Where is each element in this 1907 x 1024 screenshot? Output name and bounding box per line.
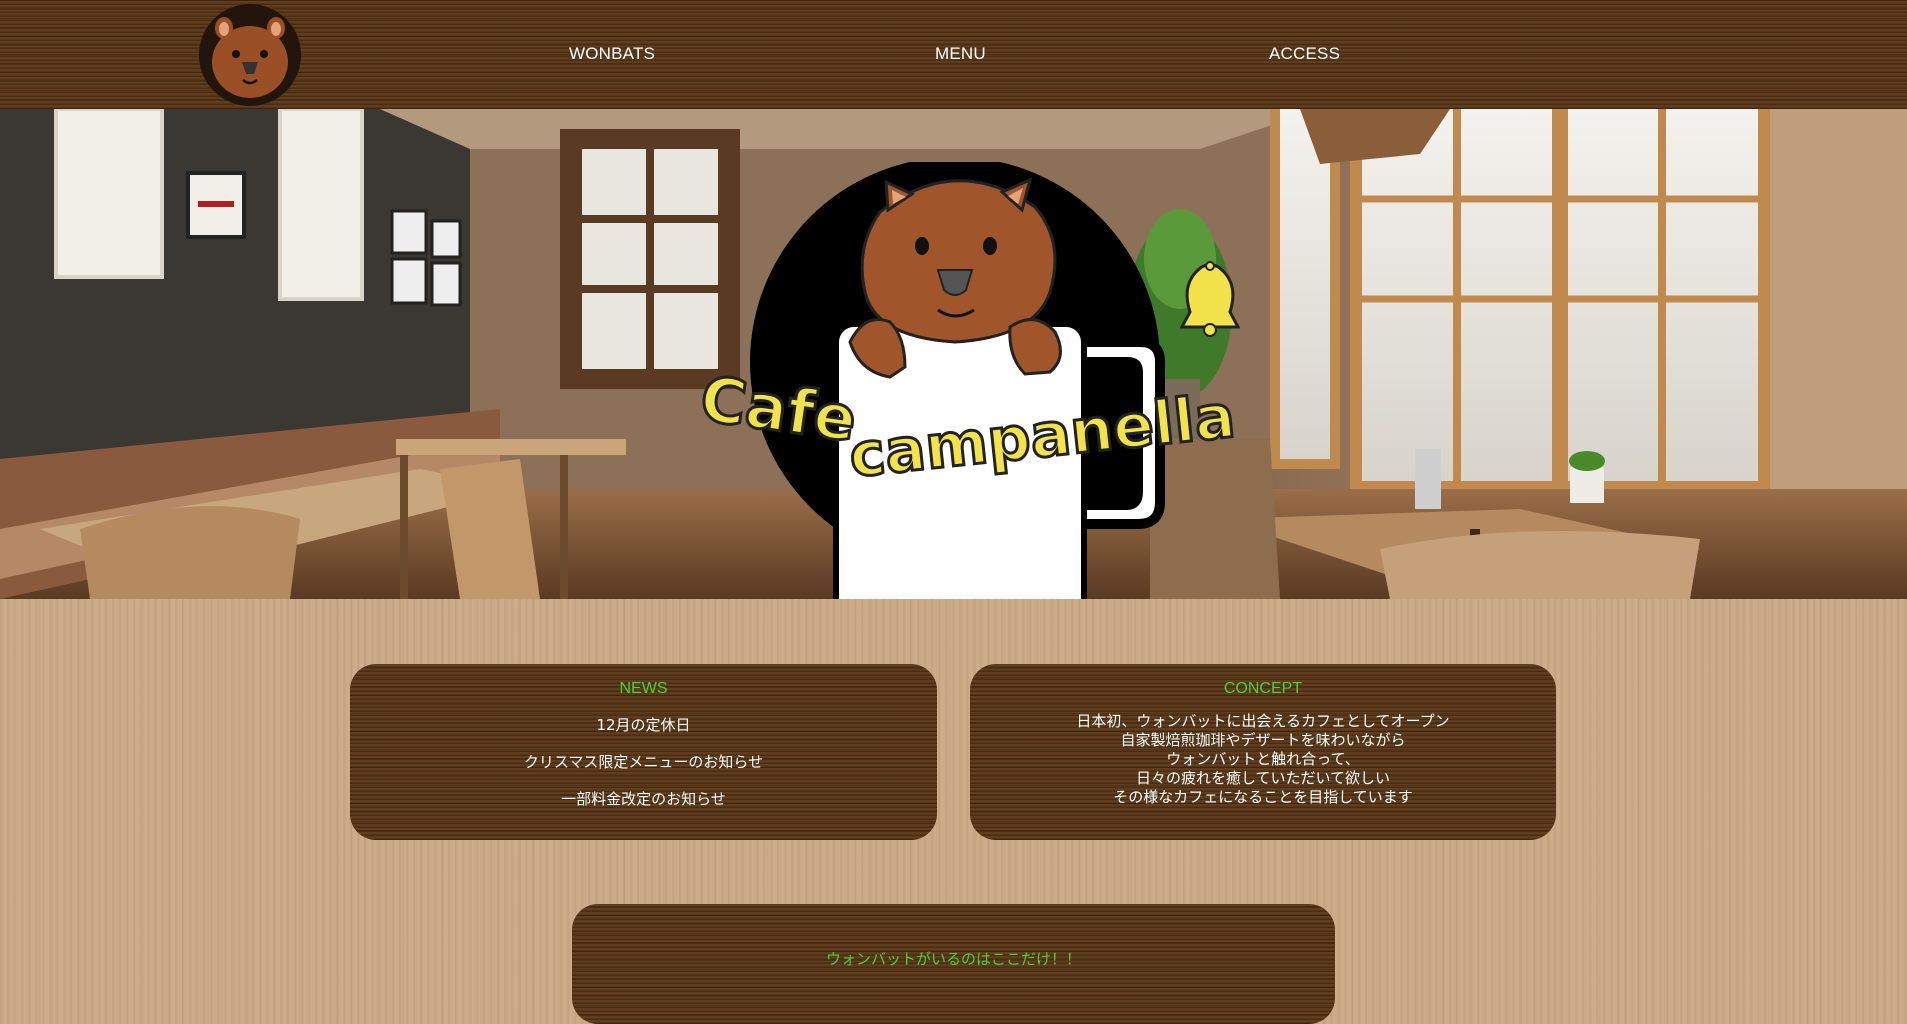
nav-wonbats[interactable]: WONBATS <box>569 44 655 64</box>
nav-access[interactable]: ACCESS <box>1269 44 1340 64</box>
concept-text: 日本初、ウォンバットに出会えるカフェとしてオープン 自家製焙煎珈琲やデザートを味… <box>970 712 1556 807</box>
site-header: WONBATS MENU ACCESS <box>0 0 1907 109</box>
promo-text: ウォンバットがいるのはここだけ！！ <box>825 950 1081 968</box>
wombat-logo[interactable] <box>199 4 301 106</box>
concept-line-4: 日々の疲れを癒していただいて欲しい <box>1135 769 1391 787</box>
cafe-campanella-logo: Cafe campanella <box>695 162 1240 599</box>
promo-card: ウォンバットがいるのはここだけ！！ <box>572 904 1335 1024</box>
news-item-3[interactable]: 一部料金改定のお知らせ <box>350 788 937 809</box>
bell-icon <box>1179 261 1240 337</box>
concept-line-5: その様なカフェになることを目指しています <box>1113 788 1413 806</box>
hero-cafe-image: Cafe campanella <box>0 109 1907 599</box>
concept-title: CONCEPT <box>1223 680 1303 697</box>
news-title: NEWS <box>619 680 668 697</box>
news-item-2[interactable]: クリスマス限定メニューのお知らせ <box>350 751 937 772</box>
news-item-1[interactable]: 12月の定休日 <box>350 714 937 735</box>
news-card: NEWS 12月の定休日 クリスマス限定メニューのお知らせ 一部料金改定のお知ら… <box>350 664 937 840</box>
concept-card: CONCEPT 日本初、ウォンバットに出会えるカフェとしてオープン 自家製焙煎珈… <box>970 664 1556 840</box>
nav-menu[interactable]: MENU <box>935 44 986 64</box>
concept-line-2: 自家製焙煎珈琲やデザートを味わいながら <box>1120 731 1406 749</box>
concept-line-1: 日本初、ウォンバットに出会えるカフェとしてオープン <box>1076 712 1450 730</box>
concept-line-3: ウォンバットと触れ合って、 <box>1166 750 1360 768</box>
